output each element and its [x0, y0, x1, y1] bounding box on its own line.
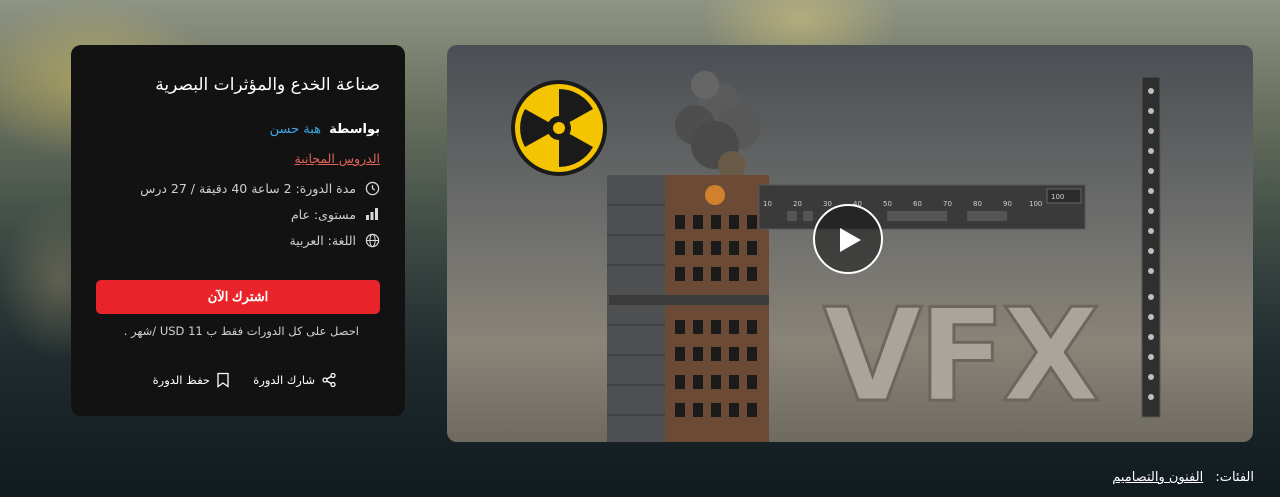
- svg-text:60: 60: [913, 200, 922, 208]
- tool-strip: [1141, 76, 1161, 418]
- svg-text:80: 80: [973, 200, 982, 208]
- course-video-thumbnail[interactable]: 10 20 30 40 50 60 70 80 90 100 100 VFX: [447, 45, 1253, 442]
- svg-text:30: 30: [823, 200, 832, 208]
- vfx-title-art: VFX: [823, 282, 1099, 431]
- bar-chart-icon: [364, 206, 380, 222]
- damaged-building: [607, 175, 769, 442]
- globe-icon: [364, 232, 380, 248]
- save-label: حفظ الدورة: [152, 373, 210, 387]
- svg-text:90: 90: [1003, 200, 1012, 208]
- level-text: مستوى: عام: [290, 206, 356, 222]
- free-lessons-link[interactable]: الدروس المجانية: [295, 151, 381, 166]
- svg-text:70: 70: [943, 200, 952, 208]
- svg-text:100: 100: [1029, 200, 1042, 208]
- subscribe-button[interactable]: اشترك الآن: [96, 280, 380, 314]
- svg-text:20: 20: [793, 200, 802, 208]
- categories-label: الفئات:: [1215, 470, 1254, 485]
- instructor-link[interactable]: هبة حسن: [270, 122, 321, 137]
- instructor-row: بواسطة هبة حسن: [270, 122, 380, 137]
- language-row: اللغة: العربية: [290, 232, 381, 248]
- category-link[interactable]: الفنون والتصاميم: [1112, 470, 1203, 485]
- svg-text:100: 100: [1051, 193, 1064, 201]
- clock-icon: [364, 180, 380, 196]
- by-label: بواسطة: [329, 122, 380, 137]
- svg-text:10: 10: [763, 200, 772, 208]
- share-label: شارك الدورة: [253, 373, 315, 387]
- play-button[interactable]: [813, 204, 883, 274]
- play-icon: [840, 228, 861, 252]
- language-text: اللغة: العربية: [289, 232, 357, 248]
- timeline-panel: 10 20 30 40 50 60 70 80 90 100 100: [758, 184, 1086, 230]
- categories-row: الفئات: الفنون والتصاميم: [1112, 470, 1254, 485]
- bookmark-icon: [216, 372, 230, 388]
- share-icon: [321, 372, 337, 388]
- nuke-logo-icon: [511, 80, 607, 176]
- smoke-cloud: [675, 71, 761, 179]
- level-row: مستوى: عام: [291, 206, 380, 222]
- share-course-button[interactable]: شارك الدورة: [253, 372, 337, 388]
- save-course-button[interactable]: حفظ الدورة: [153, 372, 230, 388]
- duration-row: مدة الدورة: 2 ساعة 40 دقيقة / 27 درس: [140, 180, 380, 196]
- course-title: صناعة الخدع والمؤثرات البصرية: [155, 75, 380, 95]
- duration-text: مدة الدورة: 2 ساعة 40 دقيقة / 27 درس: [140, 180, 356, 196]
- subscription-note: احصل على كل الدورات فقط ب 11 USD /شهر .: [123, 324, 359, 338]
- svg-text:50: 50: [883, 200, 892, 208]
- course-info-card: صناعة الخدع والمؤثرات البصرية بواسطة هبة…: [71, 45, 405, 416]
